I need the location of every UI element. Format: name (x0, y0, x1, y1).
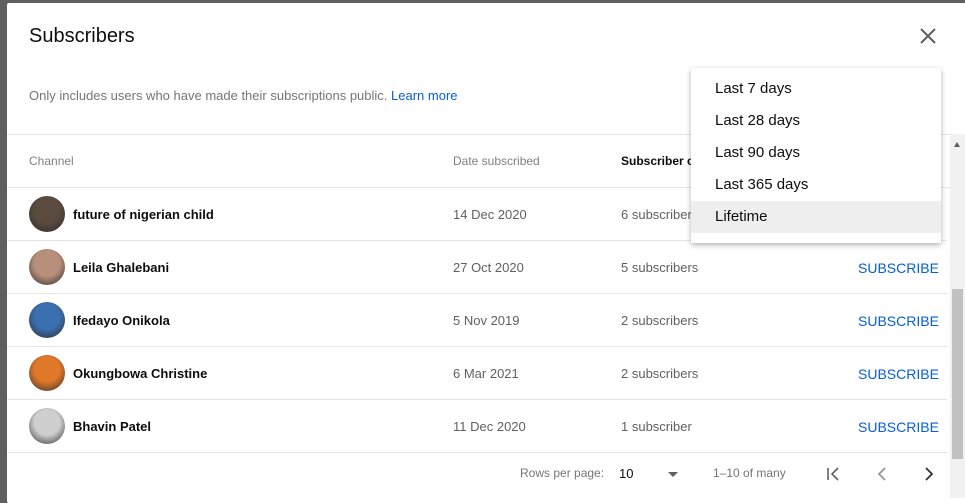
subscribe-button[interactable]: SUBSCRIBE (858, 366, 939, 382)
subscribe-button[interactable]: SUBSCRIBE (858, 260, 939, 276)
page-range: 1–10 of many (713, 466, 786, 480)
next-page-icon[interactable] (921, 466, 937, 482)
channel-name[interactable]: Okungbowa Christine (73, 366, 207, 381)
subscriber-count: 6 subscriber (621, 207, 692, 222)
date-subscribed: 14 Dec 2020 (453, 207, 527, 222)
date-subscribed: 11 Dec 2020 (453, 419, 526, 434)
avatar[interactable] (29, 408, 65, 444)
subscribe-button[interactable]: SUBSCRIBE (858, 419, 939, 435)
header-date[interactable]: Date subscribed (453, 154, 540, 168)
subscribe-button[interactable]: SUBSCRIBE (858, 313, 939, 329)
menu-item[interactable]: Last 7 days (691, 73, 941, 105)
date-range-menu: Last 7 days Last 28 days Last 90 days Last … (691, 68, 941, 243)
close-icon[interactable] (917, 25, 939, 47)
subscriber-count: 5 subscribers (621, 260, 699, 275)
table-row: Ifedayo Onikola 5 Nov 2019 2 subscribers… (7, 294, 947, 347)
channel-name[interactable]: Ifedayo Onikola (73, 313, 170, 328)
table-row: Leila Ghalebani 27 Oct 2020 5 subscriber… (7, 241, 947, 294)
header-channel: Channel (29, 154, 74, 168)
first-page-icon[interactable] (825, 466, 841, 482)
avatar[interactable] (29, 302, 65, 338)
menu-item[interactable]: Lifetime (691, 201, 941, 233)
rows-per-page-label: Rows per page: (520, 466, 605, 480)
scrollbar[interactable] (950, 134, 965, 498)
avatar[interactable] (29, 249, 65, 285)
subscriber-count: 2 subscribers (621, 313, 699, 328)
dialog-title: Subscribers (29, 25, 135, 47)
scrollbar-thumb[interactable] (952, 289, 963, 459)
menu-item[interactable]: Last 28 days (691, 105, 941, 137)
subtitle: Only includes users who have made their … (29, 88, 458, 103)
menu-item[interactable]: Last 90 days (691, 137, 941, 169)
channel-name[interactable]: future of nigerian child (73, 207, 214, 222)
scroll-up-icon[interactable] (954, 142, 960, 147)
learn-more-link[interactable]: Learn more (391, 88, 457, 103)
subscriber-count: 2 subscribers (621, 366, 699, 381)
date-subscribed: 27 Oct 2020 (453, 260, 524, 275)
table-row: Bhavin Patel 11 Dec 2020 1 subscriber SU… (7, 400, 947, 453)
dropdown-arrow-icon[interactable] (667, 471, 679, 479)
subtitle-text: Only includes users who have made their … (29, 88, 388, 103)
channel-name[interactable]: Bhavin Patel (73, 419, 151, 434)
table-row: Okungbowa Christine 6 Mar 2021 2 subscri… (7, 347, 947, 400)
avatar[interactable] (29, 355, 65, 391)
channel-name[interactable]: Leila Ghalebani (73, 260, 169, 275)
date-subscribed: 5 Nov 2019 (453, 313, 520, 328)
avatar[interactable] (29, 196, 65, 232)
menu-item[interactable]: Last 365 days (691, 169, 941, 201)
rows-per-page-select[interactable]: 10 (619, 466, 633, 481)
previous-page-icon[interactable] (874, 466, 890, 482)
date-subscribed: 6 Mar 2021 (453, 366, 519, 381)
subscriber-count: 1 subscriber (621, 419, 692, 434)
header-subscriber-count[interactable]: Subscriber c (621, 154, 694, 168)
